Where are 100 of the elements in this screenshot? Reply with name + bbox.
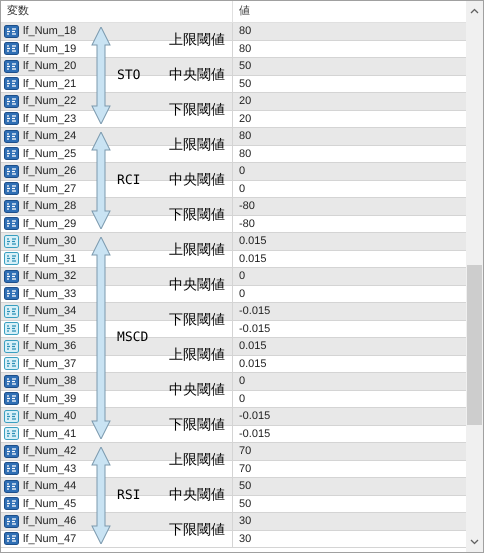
variable-value: -80: [239, 216, 255, 232]
variable-name: lf_Num_24: [23, 129, 76, 144]
variable-name: lf_Num_44: [23, 479, 76, 494]
variable-value: 0.015: [239, 356, 267, 372]
number-icon: [4, 480, 19, 493]
variable-value: 20: [239, 94, 252, 109]
variable-value: 0: [239, 286, 246, 302]
indicator-label: STO: [117, 68, 140, 82]
decimal-icon: [4, 357, 19, 370]
number-icon: [4, 200, 19, 213]
number-icon: [4, 130, 19, 143]
variable-name: lf_Num_40: [23, 409, 76, 424]
number-icon: [4, 270, 19, 283]
threshold-label: 上限閾値: [169, 242, 225, 256]
variable-value: 0.015: [239, 339, 267, 354]
variable-name: lf_Num_20: [23, 59, 76, 74]
variable-value: 30: [239, 532, 252, 546]
variable-name: lf_Num_39: [23, 392, 76, 406]
threshold-label: 上限閾値: [169, 136, 225, 150]
variable-name: lf_Num_46: [23, 514, 76, 529]
variable-value: -0.015: [239, 304, 270, 319]
threshold-label: 上限閾値: [169, 346, 225, 360]
variable-name: lf_Num_34: [23, 304, 76, 319]
variable-name: lf_Num_26: [23, 164, 76, 179]
indicator-label: RCI: [117, 174, 140, 186]
variable-name: lf_Num_32: [23, 269, 76, 284]
number-icon: [4, 60, 19, 73]
variable-value: 0: [239, 164, 246, 179]
variable-name: lf_Num_38: [23, 374, 76, 389]
decimal-icon: [4, 427, 19, 440]
variable-value: 70: [239, 444, 252, 459]
variable-name: lf_Num_31: [23, 252, 76, 266]
variable-name: lf_Num_37: [23, 356, 76, 372]
number-icon: [4, 514, 19, 528]
decimal-icon: [4, 304, 19, 318]
number-icon: [4, 374, 19, 388]
scroll-down-icon[interactable]: [470, 539, 479, 545]
number-icon: [4, 164, 19, 178]
threshold-label: 下限閾値: [169, 102, 225, 116]
threshold-label: 中央閾値: [169, 382, 225, 396]
variable-value: 0.015: [239, 252, 267, 266]
column-header[interactable]: 変数: [1, 1, 233, 22]
threshold-label: 上限閾値: [169, 452, 225, 466]
decimal-icon: [4, 340, 19, 353]
variable-value: 0: [239, 182, 246, 196]
variable-name: lf_Num_22: [23, 94, 76, 109]
variable-value: 50: [239, 479, 252, 494]
variable-name: lf_Num_36: [23, 339, 76, 354]
decimal-icon: [4, 252, 19, 266]
variable-value: 80: [239, 129, 252, 144]
threshold-label: 下限閾値: [169, 522, 225, 536]
variable-value: 50: [239, 59, 252, 74]
threshold-label: 中央閾値: [169, 66, 225, 80]
number-icon: [4, 24, 19, 38]
threshold-label: 下限閾値: [169, 206, 225, 220]
double-arrow-icon: [91, 27, 111, 124]
variable-value: 80: [239, 146, 252, 162]
threshold-label: 下限閾値: [169, 416, 225, 430]
threshold-label: 下限閾値: [169, 312, 225, 326]
variable-value: 0: [239, 269, 246, 284]
variable-value: -0.015: [239, 409, 270, 424]
variable-name: lf_Num_19: [23, 42, 76, 56]
variable-value: 70: [239, 462, 252, 476]
double-arrow-icon: [91, 447, 111, 544]
number-icon: [4, 444, 19, 458]
variable-value: 0: [239, 392, 246, 406]
variable-value: 0: [239, 374, 246, 389]
variable-name: lf_Num_28: [23, 199, 76, 214]
variable-name: lf_Num_43: [23, 462, 76, 476]
variable-name: lf_Num_21: [23, 76, 76, 92]
indicator-label: RSI: [117, 488, 140, 502]
threshold-label: 中央閾値: [169, 172, 225, 186]
variable-name: lf_Num_25: [23, 146, 76, 162]
scroll-thumb[interactable]: [467, 265, 482, 425]
number-icon: [4, 94, 19, 108]
variable-value: 80: [239, 42, 252, 56]
variable-name: lf_Num_42: [23, 444, 76, 459]
variable-name: lf_Num_35: [23, 322, 76, 336]
variable-name: lf_Num_41: [23, 426, 76, 442]
variable-value: -0.015: [239, 426, 270, 442]
threshold-label: 中央閾値: [169, 276, 225, 290]
variable-value: 50: [239, 496, 252, 512]
column-header[interactable]: 値: [233, 1, 466, 22]
variable-name: lf_Num_33: [23, 286, 76, 302]
variable-value: 80: [239, 24, 252, 39]
variable-name: lf_Num_18: [23, 24, 76, 39]
variable-value: -0.015: [239, 322, 270, 336]
variable-name: lf_Num_27: [23, 182, 76, 196]
variable-value: 0.015: [239, 234, 267, 249]
variable-name: lf_Num_45: [23, 496, 76, 512]
decimal-icon: [4, 410, 19, 423]
variable-value: -80: [239, 199, 255, 214]
scroll-up-icon[interactable]: [470, 8, 479, 14]
threshold-label: 上限閾値: [169, 32, 225, 46]
scrollbar[interactable]: [466, 1, 483, 552]
variable-name: lf_Num_30: [23, 234, 76, 249]
decimal-icon: [4, 234, 19, 248]
indicator-label: MSCD: [117, 331, 148, 344]
variable-name: lf_Num_47: [23, 532, 76, 546]
threshold-label: 中央閾値: [169, 486, 225, 500]
